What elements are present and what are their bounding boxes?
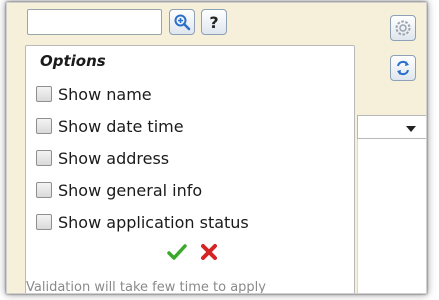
app-window: ? Options Show name Show date time Show … [6, 2, 427, 294]
zoom-button[interactable] [169, 9, 195, 35]
help-button[interactable]: ? [201, 9, 227, 35]
checkbox[interactable] [36, 214, 52, 230]
confirm-button[interactable] [166, 241, 188, 263]
gear-icon [395, 20, 411, 36]
validation-note: Validation will take few time to apply [26, 280, 266, 294]
option-show-address[interactable]: Show address [36, 142, 249, 174]
checkmark-icon [167, 244, 187, 260]
checkbox[interactable] [36, 86, 52, 102]
option-label: Show name [58, 84, 152, 104]
refresh-icon [397, 60, 409, 76]
panel-title: Options [40, 52, 106, 70]
cancel-button[interactable] [198, 241, 220, 263]
options-list: Show name Show date time Show address Sh… [36, 78, 249, 238]
option-show-date-time[interactable]: Show date time [36, 110, 249, 142]
search-input[interactable] [27, 9, 162, 35]
checkbox[interactable] [36, 182, 52, 198]
refresh-button[interactable] [390, 55, 416, 81]
option-label: Show address [58, 148, 170, 168]
checkbox[interactable] [36, 150, 52, 166]
cross-icon [201, 244, 217, 260]
settings-button[interactable] [390, 15, 416, 41]
checkbox[interactable] [36, 118, 52, 134]
panel-actions [166, 241, 220, 263]
option-label: Show date time [58, 116, 184, 136]
option-show-general-info[interactable]: Show general info [36, 174, 249, 206]
content-area [357, 115, 426, 293]
option-show-name[interactable]: Show name [36, 78, 249, 110]
chevron-down-icon [406, 126, 416, 132]
magnifier-plus-icon [174, 14, 191, 31]
option-label: Show application status [58, 212, 249, 232]
option-label: Show general info [58, 180, 203, 200]
options-panel: Options Show name Show date time Show ad… [25, 45, 355, 294]
option-show-application-status[interactable]: Show application status [36, 206, 249, 238]
dropdown-select[interactable] [357, 115, 426, 139]
